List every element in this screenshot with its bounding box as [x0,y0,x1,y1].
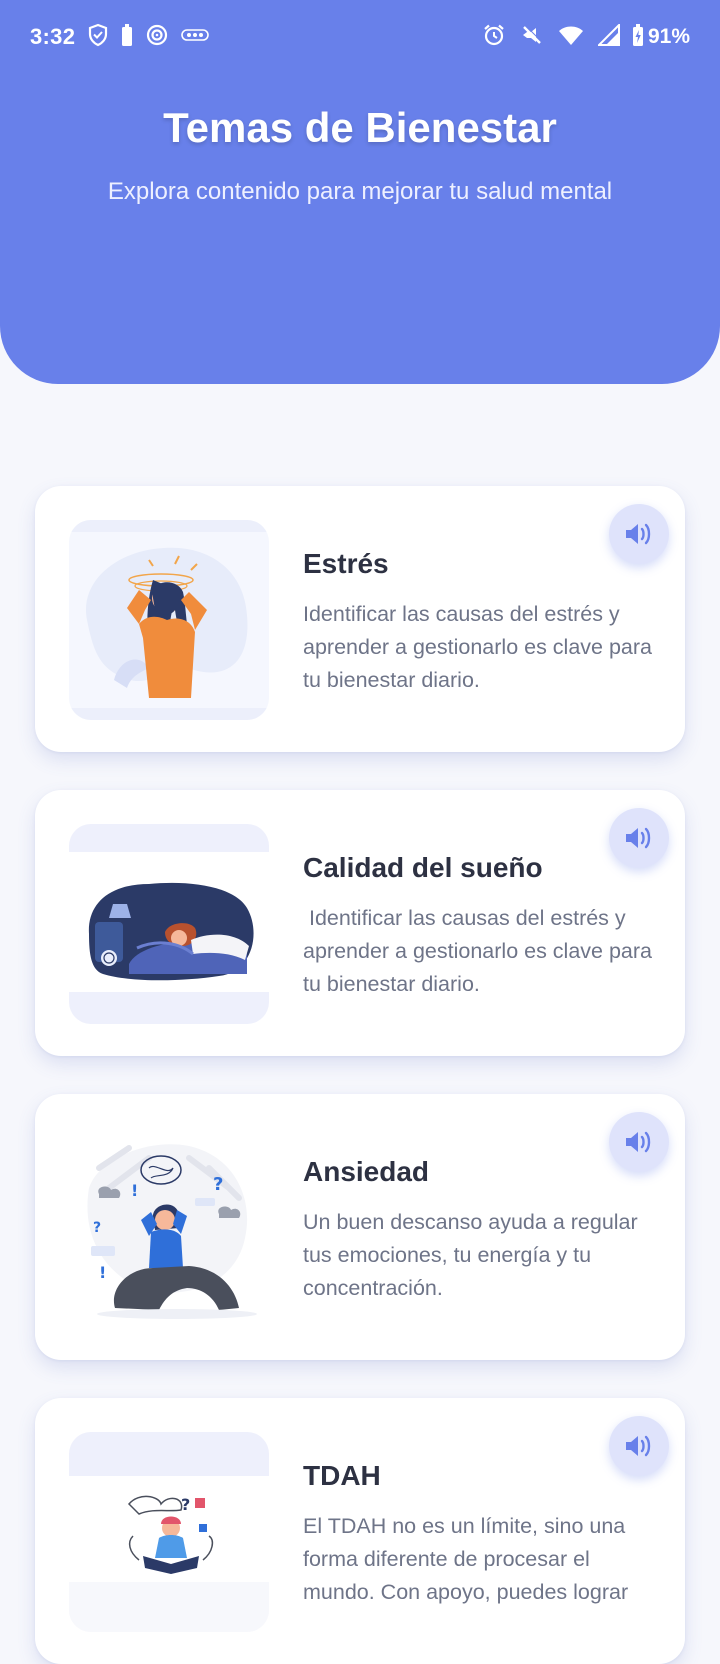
audio-button[interactable] [609,1112,669,1172]
svg-text:?: ? [93,1220,101,1236]
status-right: 91% [468,22,690,52]
audio-button[interactable] [609,808,669,868]
battery-percentage: 91% [647,25,690,48]
stressed-woman-illustration [69,520,269,720]
audio-button[interactable] [609,1416,669,1476]
sleeping-woman-illustration [69,824,269,1024]
shield-icon [87,23,109,52]
battery-small-icon [121,23,133,51]
topic-title: TDAH [303,1460,381,1491]
topic-description: El TDAH no es un límite, sino una forma … [303,1514,632,1604]
svg-text:?: ? [181,1495,190,1514]
svg-text:?: ? [213,1174,223,1195]
alarm-icon [482,23,506,52]
hotspot-icon [145,23,169,52]
page-title: Temas de Bienestar [163,104,557,151]
adhd-child-illustration: ? [69,1432,269,1632]
vibrate-off-icon [520,23,544,52]
topic-title: Ansiedad [303,1156,430,1187]
svg-text:!: ! [99,1263,106,1282]
topic-card-tdah[interactable]: ? TDAH El TDAH no es un límite, sino una… [35,1398,685,1664]
page-subtitle: Explora contenido para mejorar tu salud … [107,178,613,205]
topic-card-estres[interactable]: Estrés Identificar las causas del estrés… [35,486,685,752]
topic-card-ansiedad[interactable]: ! ? ? ! Ansiedad Un buen descanso ayuda … [35,1094,685,1360]
speaker-icon [626,1131,651,1153]
status-left: 3:32 [30,22,210,52]
topic-title: Estrés [303,548,389,579]
battery-charging-icon [632,23,644,51]
speaker-icon [626,1435,651,1457]
header-banner: 3:32 91% Temas de Bienestar Explora cont… [0,0,720,384]
speaker-icon [626,523,651,545]
more-notifications-icon [181,28,210,47]
topic-description: Identificar las causas del estrés y apre… [303,602,658,692]
anxious-woman-illustration: ! ? ? ! [69,1128,269,1328]
status-bar: 3:32 91% [0,0,720,74]
wifi-icon [558,24,584,51]
audio-button[interactable] [609,504,669,564]
topic-card-calidad-del-sueno[interactable]: Calidad del sueño Identificar las causas… [35,790,685,1056]
signal-icon [596,22,620,51]
topic-description: Identificar las causas del estrés y apre… [303,906,658,996]
svg-text:!: ! [131,1181,138,1200]
speaker-icon [626,827,651,849]
status-time: 3:32 [30,24,76,49]
topic-description: Un buen descanso ayuda a regular tus emo… [303,1210,644,1300]
topic-title: Calidad del sueño [303,852,543,883]
